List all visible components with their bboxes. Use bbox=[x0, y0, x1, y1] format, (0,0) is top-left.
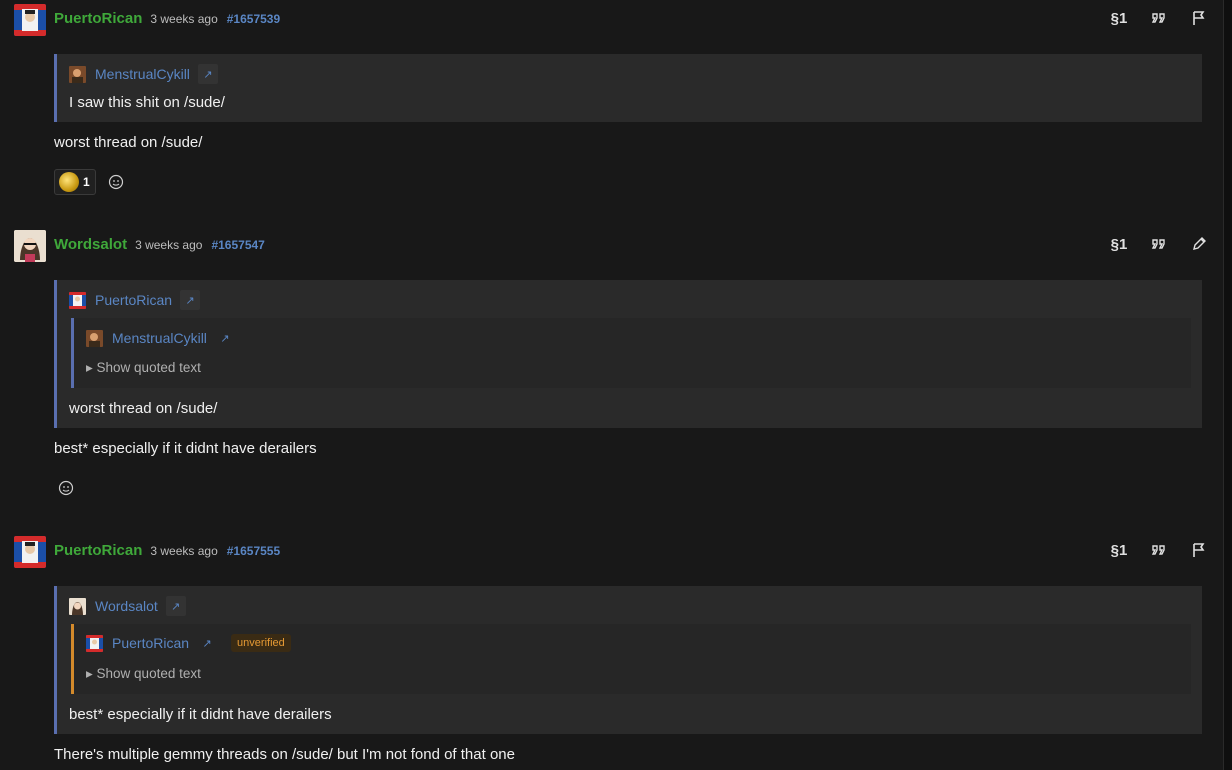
quote-avatar bbox=[69, 291, 86, 309]
edit-icon[interactable] bbox=[1190, 235, 1208, 253]
username[interactable]: PuertoRican bbox=[54, 542, 142, 559]
post-1657539: PuertoRican 3 weeks ago #1657539 §1 Mens… bbox=[0, 0, 1220, 220]
external-link-icon[interactable]: ↗ bbox=[197, 633, 217, 653]
quote-author[interactable]: MenstrualCykill bbox=[95, 66, 190, 82]
quote-text: best* especially if it didnt have derail… bbox=[69, 706, 332, 723]
post-body: worst thread on /sude/ bbox=[54, 134, 203, 151]
timestamp: 3 weeks ago bbox=[135, 238, 203, 252]
external-link-icon[interactable]: ↗ bbox=[197, 64, 218, 84]
reaction-count: 1 bbox=[83, 175, 90, 189]
add-reaction-icon[interactable] bbox=[108, 174, 124, 190]
quote-icon[interactable] bbox=[1150, 541, 1168, 559]
external-link-icon[interactable]: ↗ bbox=[165, 596, 186, 616]
quote-avatar bbox=[69, 65, 86, 83]
quote-author[interactable]: Wordsalot bbox=[95, 598, 158, 614]
external-link-icon[interactable]: ↗ bbox=[180, 290, 201, 310]
quote-author[interactable]: PuertoRican bbox=[95, 292, 172, 308]
quote-icon[interactable] bbox=[1150, 235, 1168, 253]
quote-avatar bbox=[69, 597, 86, 615]
reaction-button[interactable]: 1 bbox=[54, 169, 96, 195]
quote-text: I saw this shit on /sude/ bbox=[69, 94, 225, 111]
avatar[interactable] bbox=[14, 230, 46, 262]
reply-icon[interactable]: §1 bbox=[1110, 541, 1128, 559]
coin-icon bbox=[59, 172, 79, 192]
flag-icon[interactable] bbox=[1190, 9, 1208, 27]
nested-quote-block: PuertoRican ↗ unverified ▸ Show quoted t… bbox=[71, 624, 1191, 694]
quote-block: Wordsalot ↗ PuertoRican ↗ unverified ▸ S… bbox=[54, 586, 1202, 734]
username[interactable]: PuertoRican bbox=[54, 10, 142, 27]
quote-author[interactable]: PuertoRican bbox=[112, 635, 189, 651]
quote-icon[interactable] bbox=[1150, 9, 1168, 27]
reply-icon[interactable]: §1 bbox=[1110, 9, 1128, 27]
avatar[interactable] bbox=[14, 536, 46, 568]
scrollbar-track[interactable] bbox=[1223, 0, 1232, 770]
post-id-link[interactable]: #1657547 bbox=[211, 238, 264, 252]
quote-author[interactable]: MenstrualCykill bbox=[112, 330, 207, 346]
add-reaction-icon[interactable] bbox=[58, 480, 74, 496]
flag-icon[interactable] bbox=[1190, 541, 1208, 559]
show-quoted-text-toggle[interactable]: ▸ Show quoted text bbox=[86, 360, 201, 376]
quote-text: worst thread on /sude/ bbox=[69, 400, 218, 417]
username[interactable]: Wordsalot bbox=[54, 236, 127, 253]
post-body: There's multiple gemmy threads on /sude/… bbox=[54, 746, 515, 763]
post-1657555: PuertoRican 3 weeks ago #1657555 §1 Word… bbox=[0, 532, 1220, 770]
post-1657547: Wordsalot 3 weeks ago #1657547 §1 Puerto… bbox=[0, 226, 1220, 516]
external-link-icon[interactable]: ↗ bbox=[215, 328, 235, 348]
timestamp: 3 weeks ago bbox=[150, 12, 218, 26]
quote-block: PuertoRican ↗ MenstrualCykill ↗ ▸ Show q… bbox=[54, 280, 1202, 428]
quote-avatar bbox=[86, 329, 103, 347]
avatar[interactable] bbox=[14, 4, 46, 36]
post-id-link[interactable]: #1657539 bbox=[227, 12, 280, 26]
reply-icon[interactable]: §1 bbox=[1110, 235, 1128, 253]
show-quoted-text-toggle[interactable]: ▸ Show quoted text bbox=[86, 666, 201, 682]
unverified-badge: unverified bbox=[231, 634, 291, 652]
post-id-link[interactable]: #1657555 bbox=[227, 544, 280, 558]
nested-quote-block: MenstrualCykill ↗ ▸ Show quoted text bbox=[71, 318, 1191, 388]
timestamp: 3 weeks ago bbox=[150, 544, 218, 558]
quote-block: MenstrualCykill ↗ I saw this shit on /su… bbox=[54, 54, 1202, 122]
post-body: best* especially if it didnt have derail… bbox=[54, 440, 317, 457]
quote-avatar bbox=[86, 634, 103, 652]
